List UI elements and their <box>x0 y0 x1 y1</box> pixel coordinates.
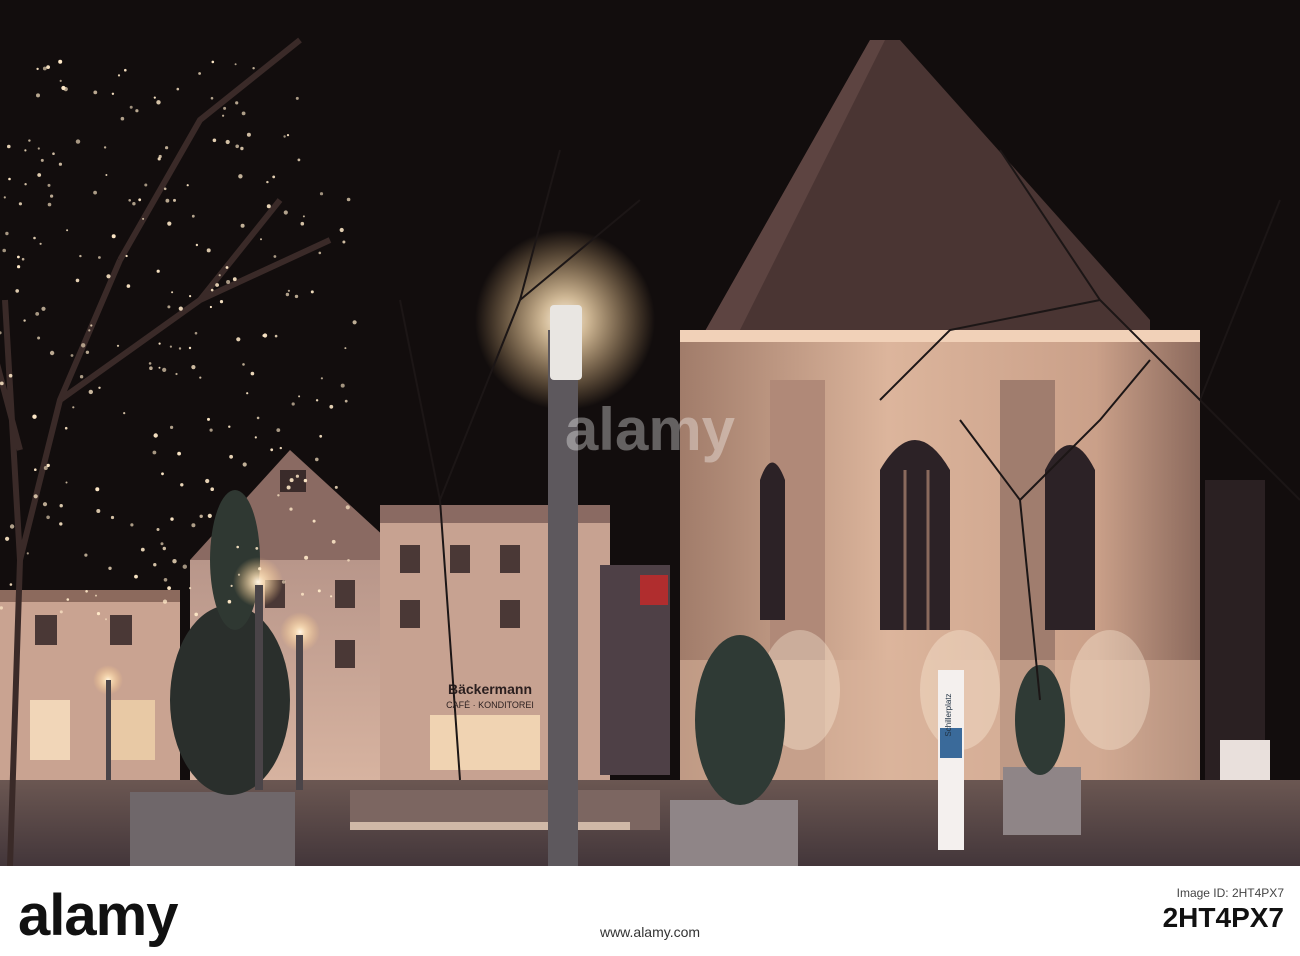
photograph: Bäckermann CAFÉ · KONDITOREI Schillerpla… <box>0 0 1300 866</box>
street-sign: Schillerplatz <box>938 670 964 850</box>
street-sign-label: Schillerplatz <box>944 693 953 736</box>
stock-banner: alamy www.alamy.com Image ID: 2HT4PX7 2H… <box>0 866 1300 956</box>
image-id: 2HT4PX7 <box>1162 902 1284 933</box>
shop-sign-sub: CAFÉ · KONDITOREI <box>446 700 534 710</box>
banner-url[interactable]: www.alamy.com <box>0 924 1300 940</box>
image-id-block: Image ID: 2HT4PX7 2HT4PX7 <box>1163 886 1284 934</box>
image-id-label: Image ID: 2HT4PX7 <box>1176 886 1284 900</box>
shop-sign: Bäckermann <box>448 681 532 697</box>
